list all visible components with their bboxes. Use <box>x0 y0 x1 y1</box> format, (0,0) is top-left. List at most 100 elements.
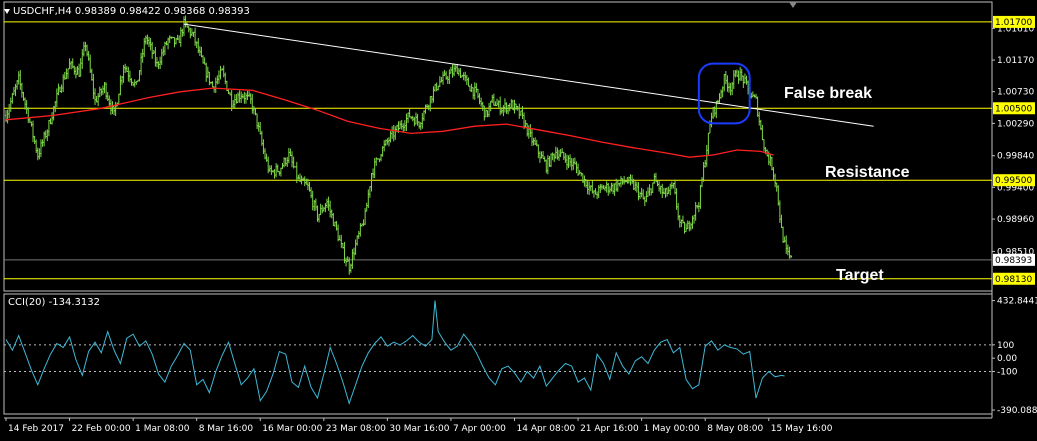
time-tick-label: 16 Mar 00:00 <box>262 424 322 434</box>
ohlc-bar <box>143 37 146 58</box>
ohlc-bar <box>537 144 540 159</box>
ohlc-bar <box>519 110 522 116</box>
resistance-annotation: Resistance <box>825 164 910 181</box>
ohlc-bar <box>688 220 691 232</box>
ohlc-bar <box>588 181 591 196</box>
ohlc-bar <box>472 87 475 100</box>
ohlc-bar <box>262 139 265 155</box>
ohlc-bar <box>553 153 556 163</box>
ohlc-bar <box>36 147 39 161</box>
ohlc-bar <box>729 82 732 96</box>
ohlc-bar <box>441 71 444 85</box>
ohlc-bar <box>486 110 489 118</box>
ohlc-bar <box>155 57 158 68</box>
ohlc-bar <box>17 71 20 85</box>
ohlc-bar <box>756 96 759 117</box>
ohlc-bar <box>372 168 375 179</box>
ohlc-bar <box>394 126 397 140</box>
time-tick-label: 21 Apr 16:00 <box>580 424 639 434</box>
moving-average-line <box>5 87 774 158</box>
ohlc-bar <box>780 214 783 229</box>
ohlc-bar <box>284 157 287 167</box>
ohlc-bar <box>664 188 667 198</box>
ohlc-bar <box>305 178 308 185</box>
ohlc-bar <box>73 65 76 75</box>
ohlc-bar <box>739 66 742 81</box>
ohlc-bar <box>383 140 386 152</box>
ohlc-bar <box>354 239 357 255</box>
ohlc-bar <box>189 27 192 39</box>
ohlc-bar <box>203 57 206 65</box>
ohlc-bar <box>724 70 727 85</box>
ohlc-bar <box>400 119 403 130</box>
ohlc-bar <box>475 83 478 93</box>
ohlc-bar <box>213 86 216 93</box>
ohlc-bar <box>464 71 467 82</box>
ohlc-bar <box>565 154 568 170</box>
ohlc-bar <box>599 183 602 193</box>
ohlc-bar <box>157 61 160 70</box>
cci-tick-label: 0.00 <box>997 354 1017 364</box>
ohlc-bar <box>208 71 211 86</box>
ohlc-bar <box>530 128 533 147</box>
symbol-header: USDCHF,H4 0.98389 0.98422 0.98368 0.9839… <box>4 6 250 17</box>
ohlc-bar <box>338 235 341 241</box>
ohlc-bar <box>653 173 656 184</box>
ohlc-bar <box>605 181 608 193</box>
ohlc-bar <box>527 125 530 139</box>
ohlc-bar <box>457 68 460 76</box>
time-tick-label: 22 Feb 00:00 <box>72 424 131 434</box>
ohlc-bar <box>440 76 443 83</box>
ohlc-bar <box>373 158 376 179</box>
ohlc-bar <box>697 202 700 213</box>
ohlc-bar <box>443 69 446 77</box>
ohlc-bar <box>41 139 44 147</box>
ohlc-bar <box>214 77 217 94</box>
ohlc-bar <box>311 190 314 211</box>
ohlc-close: 0.98393 <box>208 6 250 17</box>
ohlc-bar <box>783 236 786 243</box>
dropdown-triangle-icon[interactable] <box>4 8 10 14</box>
ohlc-bar <box>194 27 197 46</box>
ohlc-bar <box>237 92 240 103</box>
ohlc-bar <box>74 67 77 79</box>
ohlc-bar <box>734 70 737 78</box>
ohlc-bar <box>60 84 63 93</box>
ohlc-bar <box>256 113 259 130</box>
ohlc-bar <box>76 66 79 75</box>
ohlc-bar <box>562 151 565 160</box>
ohlc-bar <box>329 200 332 218</box>
ohlc-bar <box>244 92 247 104</box>
ohlc-bar <box>270 165 273 176</box>
ohlc-bars <box>5 15 792 275</box>
ohlc-bar <box>144 35 147 45</box>
time-tick-label: 14 Feb 2017 <box>8 424 64 434</box>
ohlc-bar <box>149 37 152 51</box>
ohlc-bar <box>770 156 773 171</box>
ohlc-bar <box>418 121 421 129</box>
ohlc-bar <box>762 139 765 152</box>
level-price-label: 1.00500 <box>995 104 1032 114</box>
ohlc-bar <box>702 162 705 182</box>
time-tick-label: 7 Apr 00:00 <box>453 424 506 434</box>
price-tick-label: 1.01170 <box>997 56 1034 66</box>
ohlc-bar <box>451 64 454 78</box>
ohlc-bar <box>429 95 432 112</box>
ohlc-bar <box>710 112 713 128</box>
ohlc-bar <box>745 75 748 85</box>
level-price-label: 0.98130 <box>995 275 1032 285</box>
ohlc-bar <box>499 96 502 116</box>
ohlc-bar <box>327 196 330 211</box>
symbol-name: USDCHF,H4 <box>13 6 72 17</box>
ohlc-bar <box>685 223 688 233</box>
ohlc-bar <box>314 198 317 211</box>
ohlc-bar <box>324 203 327 213</box>
ohlc-bar <box>111 101 114 115</box>
ohlc-bar <box>160 48 163 65</box>
ohlc-bar <box>19 69 22 90</box>
ohlc-bar <box>57 83 60 96</box>
ohlc-bar <box>108 95 111 107</box>
time-tick-label: 14 Apr 08:00 <box>517 424 576 434</box>
ohlc-bar <box>489 100 492 112</box>
ohlc-bar <box>786 244 789 256</box>
